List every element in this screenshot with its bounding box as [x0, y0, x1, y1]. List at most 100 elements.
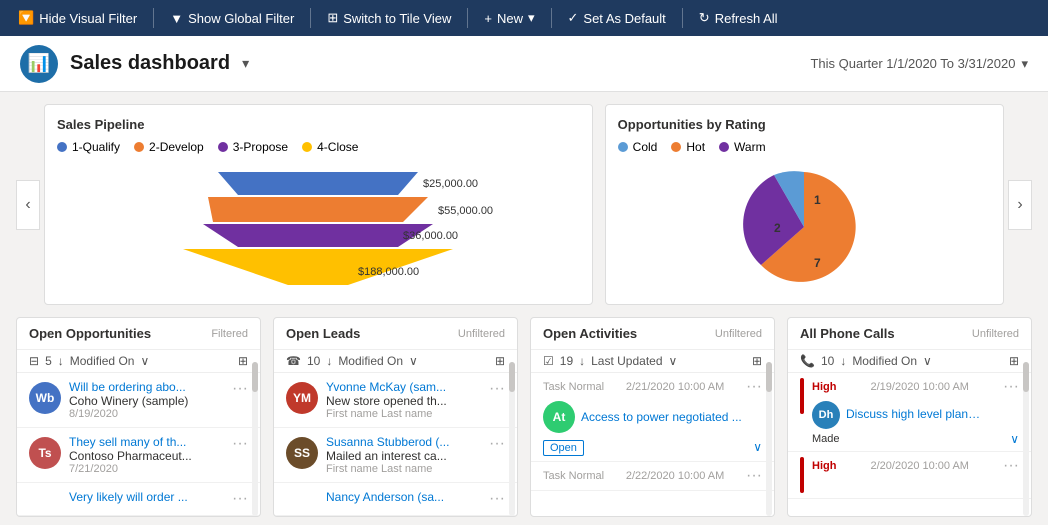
header-bar: 📊 Sales dashboard ▾ This Quarter 1/1/202… — [0, 36, 1048, 92]
list-item: SS Susanna Stubberod (... Mailed an inte… — [274, 428, 517, 483]
date-range-selector[interactable]: This Quarter 1/1/2020 To 3/31/2020 ▾ — [810, 56, 1028, 72]
avatar: YM — [286, 382, 318, 414]
sort-chevron-icon[interactable]: ∨ — [409, 354, 418, 368]
more-options-button[interactable]: ··· — [746, 378, 762, 396]
open-activities-count: 19 — [560, 354, 573, 368]
activity-title[interactable]: Access to power negotiated ... — [581, 410, 742, 424]
open-opp-sort: Modified On — [70, 354, 135, 368]
rating-legend: Cold Hot Warm — [618, 140, 991, 154]
warm-dot — [719, 142, 729, 152]
scrollbar-thumb[interactable] — [1023, 362, 1029, 392]
checkmark-icon: ✓ — [568, 10, 579, 26]
opportunities-rating-title: Opportunities by Rating — [618, 117, 991, 132]
cold-label: Cold — [633, 140, 658, 154]
more-options-button[interactable]: ··· — [489, 435, 505, 453]
more-options-button[interactable]: ··· — [1003, 378, 1019, 396]
result-chevron-icon[interactable]: ∨ — [1010, 432, 1019, 446]
more-options-button[interactable]: ··· — [1003, 457, 1019, 475]
sort-chevron-icon[interactable]: ∨ — [923, 354, 932, 368]
scrollbar-track — [509, 362, 515, 516]
title-chevron-icon[interactable]: ▾ — [242, 55, 249, 72]
open-leads-title: Open Leads — [286, 326, 360, 341]
item-name[interactable]: Yvonne McKay (sam... — [326, 380, 481, 394]
more-options-button[interactable]: ··· — [232, 435, 248, 453]
set-as-default-button[interactable]: ✓ Set As Default — [558, 6, 676, 30]
cards-row: Open Opportunities Filtered ⊟ 5 ↓ Modifi… — [16, 317, 1032, 517]
activity-status: Open — [543, 440, 584, 456]
activity-type: Task Normal — [543, 470, 604, 482]
all-phone-calls-card: All Phone Calls Unfiltered 📞 10 ↓ Modifi… — [787, 317, 1032, 517]
more-options-button[interactable]: ··· — [232, 490, 248, 508]
more-options-button[interactable]: ··· — [489, 380, 505, 398]
toolbar-divider-4 — [551, 8, 552, 28]
phone-call-item: High 2/19/2020 10:00 AM ··· Dh Discuss h… — [788, 373, 1031, 452]
item-company: Coho Winery (sample) — [69, 394, 224, 408]
scrollbar-track — [252, 362, 258, 516]
list-item: Ts They sell many of th... Contoso Pharm… — [17, 428, 260, 483]
propose-dot — [218, 142, 228, 152]
more-options-button[interactable]: ··· — [489, 490, 505, 508]
sort-desc-icon[interactable]: ↓ — [58, 354, 64, 368]
right-nav-arrow[interactable]: › — [1008, 180, 1032, 230]
item-name[interactable]: They sell many of th... — [69, 435, 224, 449]
app-icon-symbol: 📊 — [28, 53, 50, 74]
svg-text:2: 2 — [774, 221, 781, 235]
avatar: Wb — [29, 382, 61, 414]
toolbar-divider-2 — [310, 8, 311, 28]
scrollbar-thumb[interactable] — [509, 362, 515, 392]
filter-controls-icon[interactable]: ⊞ — [752, 354, 762, 368]
switch-to-tile-view-button[interactable]: ⊞ Switch to Tile View — [317, 6, 461, 30]
new-chevron-icon: ▾ — [528, 10, 535, 26]
list-item: Nancy Anderson (sa... ··· — [274, 483, 517, 516]
item-name[interactable]: Susanna Stubberod (... — [326, 435, 481, 449]
legend-qualify: 1-Qualify — [57, 140, 120, 154]
activity-date: 2/22/2020 10:00 AM — [626, 470, 724, 482]
open-leads-header: Open Leads Unfiltered — [274, 318, 517, 350]
new-button[interactable]: + New ▾ — [474, 6, 544, 30]
qualify-label: 1-Qualify — [72, 140, 120, 154]
filter-controls-icon[interactable]: ⊞ — [1009, 354, 1019, 368]
hide-visual-filter-button[interactable]: 🔽 Hide Visual Filter — [8, 6, 147, 30]
refresh-all-button[interactable]: ↻ Refresh All — [689, 6, 788, 30]
sort-chevron-icon[interactable]: ∨ — [669, 354, 678, 368]
svg-text:$36,000.00: $36,000.00 — [403, 230, 458, 242]
hot-dot — [671, 142, 681, 152]
scrollbar-thumb[interactable] — [252, 362, 258, 392]
show-global-filter-button[interactable]: ▼ Show Global Filter — [160, 7, 304, 30]
scrollbar-track — [766, 362, 772, 516]
item-name[interactable]: Very likely will order ... — [69, 490, 224, 504]
open-opp-controls: ⊟ 5 ↓ Modified On ∨ ⊞ — [17, 350, 260, 373]
sort-desc-icon[interactable]: ↓ — [579, 354, 585, 368]
phone-call-content: High 2/20/2020 10:00 AM ··· — [812, 457, 1019, 475]
filter-controls-icon[interactable]: ⊞ — [495, 354, 505, 368]
call-title[interactable]: Discuss high level plans for f... — [846, 407, 986, 421]
activity-type: Task Normal — [543, 381, 604, 393]
more-options-button[interactable]: ··· — [746, 467, 762, 485]
avatar: Ts — [29, 437, 61, 469]
grid-icon: ⊟ — [29, 354, 39, 368]
funnel-chart: $25,000.00 $55,000.00 $36,000.00 $188,00… — [57, 162, 580, 292]
scrollbar-thumb[interactable] — [766, 362, 772, 392]
sort-chevron-icon[interactable]: ∨ — [140, 354, 149, 368]
svg-text:$188,000.00: $188,000.00 — [358, 266, 419, 278]
toolbar-divider-1 — [153, 8, 154, 28]
legend-warm: Warm — [719, 140, 766, 154]
more-options-button[interactable]: ··· — [232, 380, 248, 398]
tile-view-icon: ⊞ — [327, 10, 338, 26]
phone-call-item: High 2/20/2020 10:00 AM ··· — [788, 452, 1031, 499]
item-name[interactable]: Nancy Anderson (sa... — [326, 490, 481, 504]
status-chevron-icon[interactable]: ∨ — [753, 440, 762, 454]
open-activities-status: Unfiltered — [715, 328, 762, 340]
sales-pipeline-legend: 1-Qualify 2-Develop 3-Propose 4-Close — [57, 140, 580, 154]
sort-desc-icon[interactable]: ↓ — [840, 354, 846, 368]
open-activities-sort: Last Updated — [591, 354, 662, 368]
activities-icon: ☑ — [543, 354, 554, 368]
plus-icon: + — [484, 11, 492, 26]
left-nav-arrow[interactable]: ‹ — [16, 180, 40, 230]
filter-controls-icon[interactable]: ⊞ — [238, 354, 248, 368]
legend-develop: 2-Develop — [134, 140, 204, 154]
toolbar-divider-3 — [467, 8, 468, 28]
item-name[interactable]: Will be ordering abo... — [69, 380, 224, 394]
priority-bar-high — [800, 457, 804, 493]
sort-desc-icon[interactable]: ↓ — [326, 354, 332, 368]
